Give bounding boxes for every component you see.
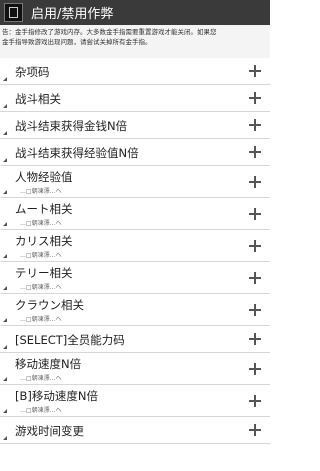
list-item-subtext: …□朝凍漂…へ [20, 316, 62, 323]
list-item-label: [SELECT]全员能力码 [15, 333, 125, 347]
list-item[interactable]: ムート相关 …□朝凍漂…へ [0, 198, 270, 230]
plus-icon[interactable] [249, 394, 261, 407]
list-item-label: 杂项码 [15, 65, 50, 79]
expand-arrow-icon [3, 222, 7, 226]
plus-icon[interactable] [249, 333, 261, 345]
expand-arrow-icon [3, 436, 7, 440]
expand-arrow-icon [3, 409, 7, 413]
plus-icon[interactable] [249, 92, 261, 104]
plus-icon[interactable] [249, 424, 261, 436]
list-item-label: 游戏时间变更 [15, 424, 84, 438]
expand-arrow-icon [3, 254, 7, 258]
expand-arrow-icon [3, 377, 7, 381]
list-item-label: クラウン相关 [15, 298, 84, 312]
list-item-label: 人物经验值 [15, 170, 73, 184]
expand-arrow-icon [3, 104, 7, 108]
list-item[interactable]: [B]移动速度N倍 …□朝凍漂…へ [0, 385, 270, 417]
expand-arrow-icon [3, 190, 7, 194]
page-title: 启用/禁用作弊 [31, 7, 114, 22]
plus-icon[interactable] [249, 239, 261, 252]
list-item-label: 战斗结束获得经验值N倍 [15, 146, 139, 160]
list-item[interactable]: カリス相关 …□朝凍漂…へ [0, 230, 270, 262]
list-item[interactable]: 移动速度N倍 …□朝凍漂…へ [0, 353, 270, 385]
title-bar: 启用/禁用作弊 [0, 0, 270, 25]
plus-icon[interactable] [249, 362, 261, 375]
list-item-subtext: …□朝凍漂…へ [20, 284, 62, 291]
expand-arrow-icon [3, 318, 7, 322]
plus-icon[interactable] [249, 303, 261, 316]
plus-icon[interactable] [249, 119, 261, 131]
list-item[interactable]: テリー相关 …□朝凍漂…へ [0, 262, 270, 294]
plus-icon[interactable] [249, 207, 261, 220]
list-item-subtext: …□朝凍漂…へ [20, 375, 62, 382]
expand-arrow-icon [3, 77, 7, 81]
list-item[interactable]: 人物经验值 …□朝凍漂…へ [0, 166, 270, 198]
warning-text-line-2: 金手指导致游戏出现问题，请尝试关掉所有金手指。 [2, 38, 152, 46]
list-item[interactable]: 战斗结束获得金钱N倍 [0, 112, 270, 139]
plus-icon[interactable] [249, 65, 261, 77]
expand-arrow-icon [3, 286, 7, 290]
plus-icon[interactable] [249, 271, 261, 284]
plus-icon[interactable] [249, 175, 261, 188]
warning-text-line-1: 告：金手指修改了游戏内存。大多数金手指需要重置游戏才能关闭。如果您 [2, 28, 217, 36]
list-item[interactable]: 游戏时间变更 [0, 417, 270, 444]
list-item[interactable]: 杂项码 [0, 58, 270, 85]
list-item[interactable]: [SELECT]全员能力码 [0, 326, 270, 353]
list-item-label: カリス相关 [15, 234, 73, 248]
list-item-label: 移动速度N倍 [15, 357, 82, 371]
expand-arrow-icon [3, 345, 7, 349]
list-item-label: ムート相关 [15, 202, 73, 216]
list-item[interactable]: 战斗结束获得经验值N倍 [0, 139, 270, 166]
list-item-subtext: …□朝凍漂…へ [20, 188, 62, 195]
cheat-list: 杂项码 战斗相关 战斗结束获得金钱N倍 战斗结束获得经验值N倍 人物经验值 …□… [0, 58, 270, 444]
warning-banner: 告：金手指修改了游戏内存。大多数金手指需要重置游戏才能关闭。如果您 金手指导致游… [0, 25, 270, 61]
expand-arrow-icon [3, 131, 7, 135]
list-item-label: 战斗结束获得金钱N倍 [15, 119, 128, 133]
list-item-label: テリー相关 [15, 266, 73, 280]
list-item-subtext: …□朝凍漂…へ [20, 407, 62, 414]
list-item[interactable]: 战斗相关 [0, 85, 270, 112]
list-item[interactable]: クラウン相关 …□朝凍漂…へ [0, 294, 270, 326]
list-item-label: [B]移动速度N倍 [15, 389, 98, 403]
app-icon [4, 3, 23, 22]
list-item-subtext: …□朝凍漂…へ [20, 220, 62, 227]
expand-arrow-icon [3, 158, 7, 162]
list-item-subtext: …□朝凍漂…へ [20, 252, 62, 259]
plus-icon[interactable] [249, 146, 261, 158]
list-item-label: 战斗相关 [15, 92, 61, 106]
